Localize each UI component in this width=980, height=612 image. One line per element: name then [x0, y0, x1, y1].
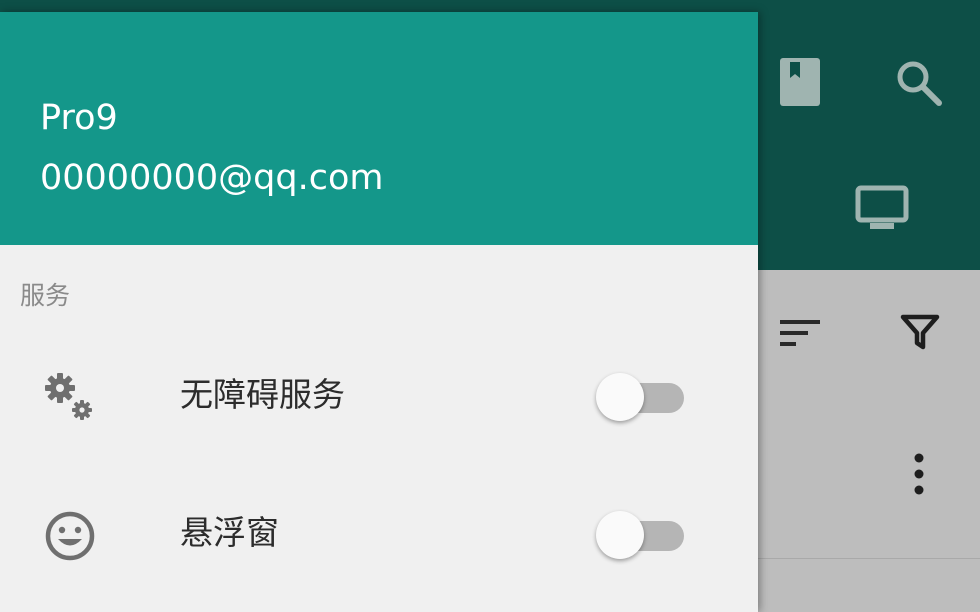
monitor-icon[interactable]	[855, 185, 909, 233]
gears-icon	[42, 370, 98, 426]
bookmark-icon[interactable]	[778, 56, 822, 108]
search-icon[interactable]	[894, 58, 944, 108]
navigation-drawer: Pro9 00000000@qq.com 服务 无障碍服务 悬浮窗	[0, 12, 758, 612]
switch-thumb	[596, 511, 644, 559]
switch-thumb	[596, 373, 644, 421]
menu-item-floating-window[interactable]: 悬浮窗	[0, 488, 758, 578]
more-vert-icon[interactable]	[912, 452, 926, 496]
drawer-header: Pro9 00000000@qq.com	[0, 12, 758, 245]
background-divider	[758, 558, 980, 559]
user-name: Pro9	[40, 98, 118, 138]
floating-window-toggle[interactable]	[596, 510, 688, 560]
menu-item-label: 悬浮窗	[180, 513, 279, 552]
filter-icon[interactable]	[900, 314, 940, 350]
menu-item-accessibility[interactable]: 无障碍服务	[0, 350, 758, 440]
smiley-icon	[42, 508, 98, 564]
user-email: 00000000@qq.com	[40, 158, 384, 198]
section-label: 服务	[20, 281, 71, 310]
accessibility-toggle[interactable]	[596, 372, 688, 422]
menu-item-label: 无障碍服务	[180, 375, 345, 414]
sort-icon[interactable]	[780, 318, 822, 348]
